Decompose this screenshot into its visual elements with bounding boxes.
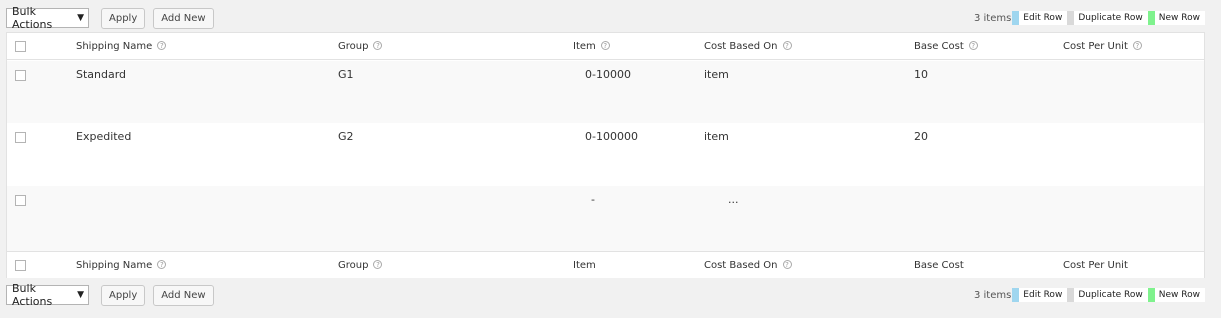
cost-based-on-cell: item xyxy=(704,130,729,143)
row-legend: Edit Row Duplicate Row New Row xyxy=(1012,11,1205,25)
help-icon[interactable]: ? xyxy=(373,260,383,269)
items-count: 3 items xyxy=(973,12,1012,24)
bulk-actions-label: Bulk Actions xyxy=(12,282,53,308)
column-footer-item[interactable]: Item xyxy=(573,260,596,271)
item-cell: 0-10000 xyxy=(585,68,631,81)
help-icon[interactable]: ? xyxy=(600,41,610,50)
new-row-label: New Row xyxy=(1154,11,1205,25)
column-footer-shipping-name[interactable]: Shipping Name? xyxy=(76,260,167,271)
row-legend: Edit Row Duplicate Row New Row xyxy=(1012,288,1205,302)
column-footer-group[interactable]: Group? xyxy=(338,260,383,271)
new-row-swatch xyxy=(1147,11,1155,25)
shipping-rates-table: Shipping Name? Group? Item? Cost Based O… xyxy=(6,32,1205,278)
column-footer-cost-based-on[interactable]: Cost Based On? xyxy=(704,260,792,271)
table-row[interactable]: Standard G1 0-10000 item 10 xyxy=(7,61,1204,123)
shipping-name-cell: Standard xyxy=(76,68,127,81)
table-row[interactable]: - ... xyxy=(7,186,1204,251)
group-cell: G2 xyxy=(338,130,354,143)
column-header-cost-based-on[interactable]: Cost Based On? xyxy=(704,41,792,52)
duplicate-row-label: Duplicate Row xyxy=(1074,288,1148,302)
help-icon[interactable]: ? xyxy=(782,260,792,269)
select-all-checkbox[interactable] xyxy=(15,260,26,271)
cost-based-on-cell: ... xyxy=(728,193,739,206)
duplicate-row-swatch xyxy=(1067,11,1075,25)
help-icon[interactable]: ? xyxy=(968,41,978,50)
edit-row-label: Edit Row xyxy=(1019,11,1068,25)
dropdown-caret-icon: ▼ xyxy=(77,13,84,23)
edit-row-label: Edit Row xyxy=(1019,288,1068,302)
help-icon[interactable]: ? xyxy=(1132,41,1142,50)
row-checkbox[interactable] xyxy=(15,132,26,143)
base-cost-cell: 20 xyxy=(914,130,928,143)
column-header-shipping-name[interactable]: Shipping Name? xyxy=(76,41,167,52)
column-header-group[interactable]: Group? xyxy=(338,41,383,52)
help-icon[interactable]: ? xyxy=(782,41,792,50)
help-icon[interactable]: ? xyxy=(373,41,383,50)
column-header-item[interactable]: Item? xyxy=(573,41,610,52)
column-footer-cost-per-unit[interactable]: Cost Per Unit xyxy=(1063,260,1128,271)
item-cell: - xyxy=(591,193,595,206)
apply-button[interactable]: Apply xyxy=(101,7,146,29)
help-icon[interactable]: ? xyxy=(157,41,167,50)
column-header-cost-per-unit[interactable]: Cost Per Unit? xyxy=(1063,41,1142,52)
row-checkbox[interactable] xyxy=(15,70,26,81)
cost-based-on-cell: item xyxy=(704,68,729,81)
dropdown-caret-icon: ▼ xyxy=(77,290,84,300)
bottom-toolbar: Bulk Actions ▼ Apply Add New 3 items Edi… xyxy=(6,282,1205,308)
edit-row-swatch xyxy=(1012,11,1020,25)
new-row-label: New Row xyxy=(1154,288,1205,302)
table-row[interactable]: Expedited G2 0-100000 item 20 xyxy=(7,123,1204,186)
apply-button[interactable]: Apply xyxy=(101,284,146,306)
table-header: Shipping Name? Group? Item? Cost Based O… xyxy=(7,33,1204,60)
items-count: 3 items xyxy=(973,289,1012,301)
select-all-checkbox[interactable] xyxy=(15,41,26,52)
edit-row-swatch xyxy=(1012,288,1020,302)
table-footer: Shipping Name? Group? Item Cost Based On… xyxy=(7,251,1204,278)
group-cell: G1 xyxy=(338,68,354,81)
base-cost-cell: 10 xyxy=(914,68,928,81)
bulk-actions-label: Bulk Actions xyxy=(12,5,53,31)
help-icon[interactable]: ? xyxy=(157,260,167,269)
row-checkbox[interactable] xyxy=(15,195,26,206)
bulk-actions-select[interactable]: Bulk Actions ▼ xyxy=(6,282,89,308)
column-footer-base-cost[interactable]: Base Cost xyxy=(914,260,964,271)
shipping-rates-page: Bulk Actions ▼ Apply Add New 3 items Edi… xyxy=(0,0,1221,318)
bulk-actions-select[interactable]: Bulk Actions ▼ xyxy=(6,5,89,31)
column-header-base-cost[interactable]: Base Cost? xyxy=(914,41,978,52)
duplicate-row-swatch xyxy=(1067,288,1075,302)
top-toolbar: Bulk Actions ▼ Apply Add New 3 items Edi… xyxy=(6,5,1205,31)
add-new-button[interactable]: Add New xyxy=(153,7,214,29)
item-cell: 0-100000 xyxy=(585,130,638,143)
duplicate-row-label: Duplicate Row xyxy=(1074,11,1148,25)
add-new-button[interactable]: Add New xyxy=(153,284,214,306)
shipping-name-cell: Expedited xyxy=(76,130,132,143)
new-row-swatch xyxy=(1147,288,1155,302)
